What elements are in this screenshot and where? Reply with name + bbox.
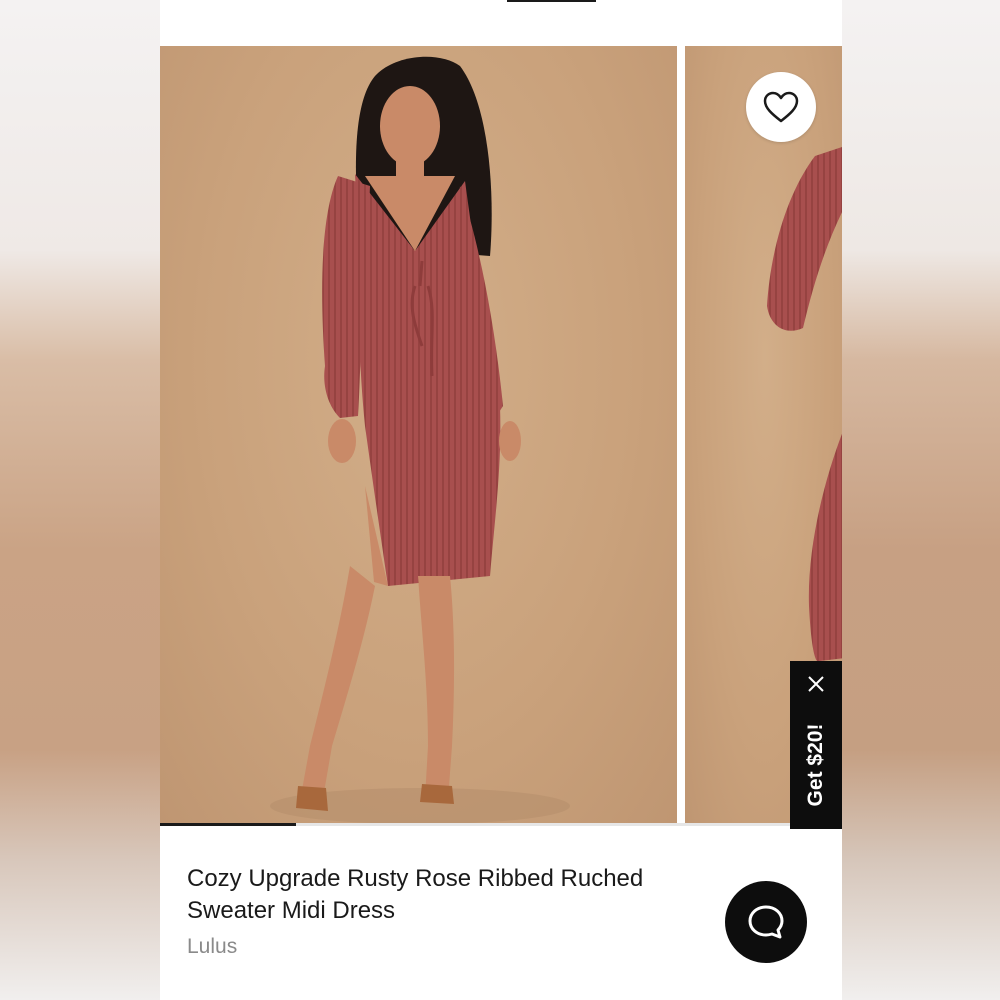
product-title-line1: Cozy Upgrade Rusty Rose Ribbed Ruched	[187, 865, 644, 892]
product-info: Cozy Upgrade Rusty Rose Ribbed Ruched Sw…	[187, 863, 727, 959]
product-title: Cozy Upgrade Rusty Rose Ribbed Ruched Sw…	[187, 863, 727, 927]
carousel-progress	[160, 823, 842, 826]
wishlist-button[interactable]	[746, 72, 816, 142]
carousel-progress-fill	[160, 823, 297, 826]
chat-button[interactable]	[725, 881, 807, 963]
product-image-carousel[interactable]	[160, 46, 842, 824]
blurred-backdrop-right	[842, 0, 1000, 1000]
product-brand[interactable]: Lulus	[187, 935, 727, 959]
chat-bubble-icon	[748, 905, 784, 939]
blurred-backdrop-left	[0, 0, 160, 1000]
promo-tab[interactable]: Get $20!	[790, 661, 842, 829]
active-tab-indicator	[507, 0, 596, 2]
promo-close-button[interactable]	[805, 673, 827, 695]
promo-label[interactable]: Get $20!	[804, 724, 828, 807]
close-icon	[808, 676, 824, 692]
heart-outline-icon	[763, 91, 799, 123]
model-photo-illustration	[270, 56, 570, 824]
product-title-line2: Sweater Midi Dress	[187, 897, 396, 924]
product-photo-main[interactable]	[160, 46, 677, 824]
product-page: Get $20! Cozy Upgrade Rusty Rose Ribbed …	[160, 0, 842, 1000]
